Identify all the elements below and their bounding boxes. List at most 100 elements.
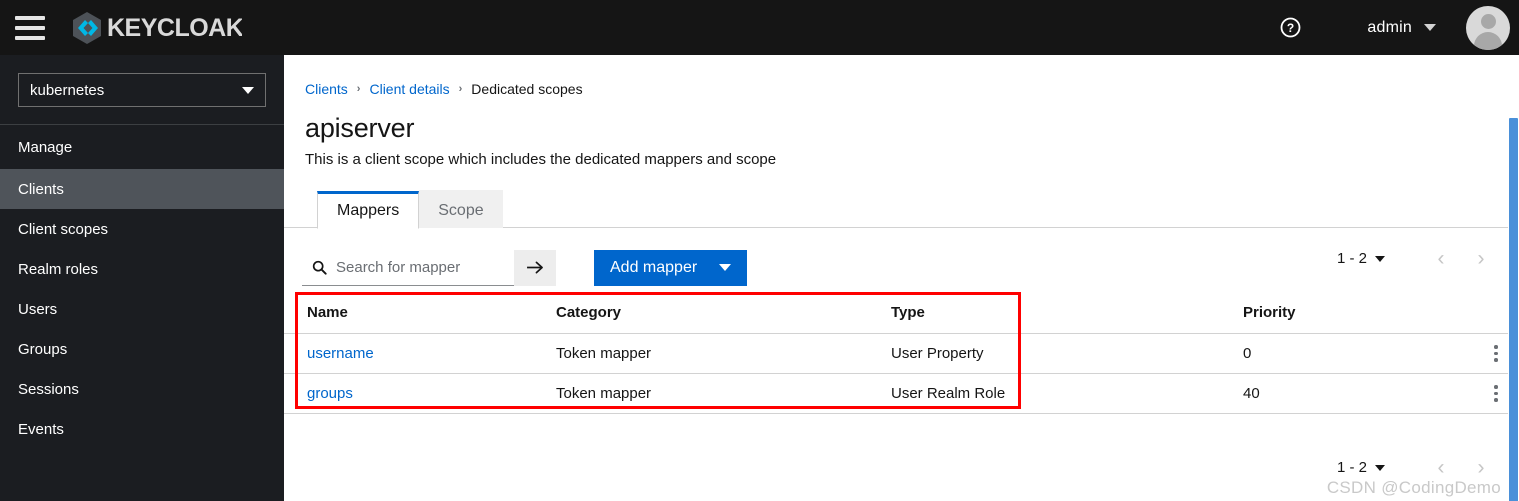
user-name-label: admin (1367, 18, 1412, 36)
scrollbar-thumb[interactable] (1509, 118, 1518, 501)
column-header-name[interactable]: Name (284, 292, 556, 334)
cell-type: User Realm Role (891, 373, 1243, 414)
table-body: username Token mapper User Property 0 gr… (284, 333, 1519, 414)
sidebar: kubernetes Manage Clients Client scopes … (0, 55, 284, 501)
sidebar-item-label: Groups (18, 340, 68, 358)
scrollbar-track[interactable] (1508, 55, 1519, 501)
avatar[interactable] (1466, 5, 1510, 50)
search-group: Search for mapper (302, 249, 556, 286)
breadcrumb-item-dedicated-scopes: Dedicated scopes (471, 81, 583, 97)
pagination-range[interactable]: 1 - 2 (1337, 250, 1367, 267)
chevron-down-icon (719, 264, 732, 271)
masthead: KEYCLOAK ? admin (0, 0, 1519, 55)
hamburger-bar (15, 25, 45, 30)
sidebar-item-groups[interactable]: Groups (0, 329, 284, 369)
keycloak-admin-console: KEYCLOAK ? admin kubernetes Manage Clien… (0, 0, 1519, 501)
add-mapper-button[interactable]: Add mapper (594, 249, 748, 286)
sidebar-item-label: Events (18, 420, 64, 438)
svg-text:KEYCLOAK: KEYCLOAK (107, 14, 242, 42)
kebab-dot (1494, 398, 1498, 402)
pagination-next-button[interactable]: › (1465, 248, 1497, 269)
tab-bar: Mappers Scope (284, 190, 1519, 229)
realm-selector-container: kubernetes (0, 55, 284, 125)
avatar-head (1480, 13, 1496, 29)
keycloak-logo[interactable]: KEYCLOAK (67, 8, 242, 48)
help-icon[interactable]: ? (1273, 11, 1307, 45)
sidebar-item-events[interactable]: Events (0, 409, 284, 449)
sidebar-item-users[interactable]: Users (0, 289, 284, 329)
hamburger-icon[interactable] (15, 15, 45, 40)
cell-name: username (284, 333, 556, 374)
table-header-row: Name Category Type Priority (284, 292, 1519, 334)
pagination-next-button[interactable]: › (1465, 457, 1497, 478)
nav-section-title: Manage (18, 139, 73, 156)
table-toolbar: Search for mapper Add mapper 1 - 2 ‹ › (284, 228, 1519, 290)
chevron-right-icon: › (458, 83, 463, 95)
kebab-dot (1494, 385, 1498, 389)
page-title: apiserver (305, 113, 415, 143)
pagination-range[interactable]: 1 - 2 (1337, 459, 1367, 476)
cell-category: Token mapper (556, 373, 891, 414)
hamburger-bar (15, 35, 45, 40)
chevron-down-icon (1424, 24, 1436, 31)
kebab-dot (1494, 358, 1498, 362)
breadcrumb-item-clients[interactable]: Clients (305, 81, 348, 97)
table-head: Name Category Type Priority (284, 292, 1519, 334)
breadcrumb-item-client-details[interactable]: Client details (369, 81, 449, 97)
kebab-dot (1494, 391, 1498, 396)
realm-selector-value: kubernetes (30, 81, 105, 99)
sidebar-item-client-scopes[interactable]: Client scopes (0, 209, 284, 249)
pagination-prev-button[interactable]: ‹ (1425, 457, 1457, 478)
tab-label: Scope (438, 201, 484, 219)
help-circle-icon-svg: ? (1280, 17, 1301, 38)
sidebar-item-realm-roles[interactable]: Realm roles (0, 249, 284, 289)
column-header-type[interactable]: Type (891, 292, 1243, 334)
hamburger-bar (15, 15, 45, 20)
sidebar-item-label: Clients (18, 180, 64, 198)
column-header-category[interactable]: Category (556, 292, 891, 334)
cell-category: Token mapper (556, 333, 891, 374)
chevron-down-icon[interactable] (1375, 255, 1385, 262)
sidebar-item-label: Realm roles (18, 260, 99, 278)
main-content: Clients › Client details › Dedicated sco… (284, 55, 1519, 501)
mapper-link-username[interactable]: username (307, 345, 374, 362)
sidebar-item-sessions[interactable]: Sessions (0, 369, 284, 409)
search-input-placeholder: Search for mapper (336, 258, 461, 276)
mappers-table-container: Name Category Type Priority username Tok… (284, 292, 1519, 414)
kebab-dot (1494, 351, 1498, 356)
realm-selector[interactable]: kubernetes (18, 73, 266, 107)
mappers-table: Name Category Type Priority username Tok… (284, 292, 1519, 414)
sidebar-item-clients[interactable]: Clients (0, 169, 284, 209)
user-menu-button[interactable]: admin (1367, 19, 1436, 37)
cell-type: User Property (891, 333, 1243, 374)
cell-name: groups (284, 373, 556, 414)
pagination-top: 1 - 2 ‹ › (1337, 248, 1497, 269)
sidebar-item-label: Client scopes (18, 220, 109, 238)
keycloak-logo-svg: KEYCLOAK (73, 11, 242, 44)
table-row: groups Token mapper User Realm Role 40 (284, 373, 1519, 414)
pagination-bottom: 1 - 2 ‹ › (1337, 457, 1497, 478)
tab-scope[interactable]: Scope (419, 190, 503, 228)
avatar-body (1474, 31, 1502, 50)
search-input[interactable]: Search for mapper (302, 249, 514, 286)
search-submit-button[interactable] (514, 249, 556, 286)
column-header-priority[interactable]: Priority (1243, 292, 1473, 334)
pagination-prev-button[interactable]: ‹ (1425, 248, 1457, 269)
chevron-down-icon[interactable] (1375, 464, 1385, 471)
page-subtitle: This is a client scope which includes th… (305, 151, 777, 168)
tab-label: Mappers (337, 202, 400, 219)
table-row: username Token mapper User Property 0 (284, 333, 1519, 374)
arrow-right-icon (526, 261, 543, 273)
kebab-dot (1494, 345, 1498, 349)
cell-priority: 0 (1243, 333, 1473, 374)
search-icon (312, 260, 327, 275)
mapper-link-groups[interactable]: groups (307, 385, 353, 402)
cell-priority: 40 (1243, 373, 1473, 414)
sidebar-item-label: Sessions (18, 380, 79, 398)
chevron-right-icon: › (356, 83, 361, 95)
sidebar-item-label: Users (18, 300, 58, 318)
svg-text:?: ? (1287, 21, 1294, 35)
add-mapper-label: Add mapper (610, 258, 698, 276)
watermark: CSDN @CodingDemo (1326, 478, 1501, 497)
tab-mappers[interactable]: Mappers (317, 191, 420, 229)
